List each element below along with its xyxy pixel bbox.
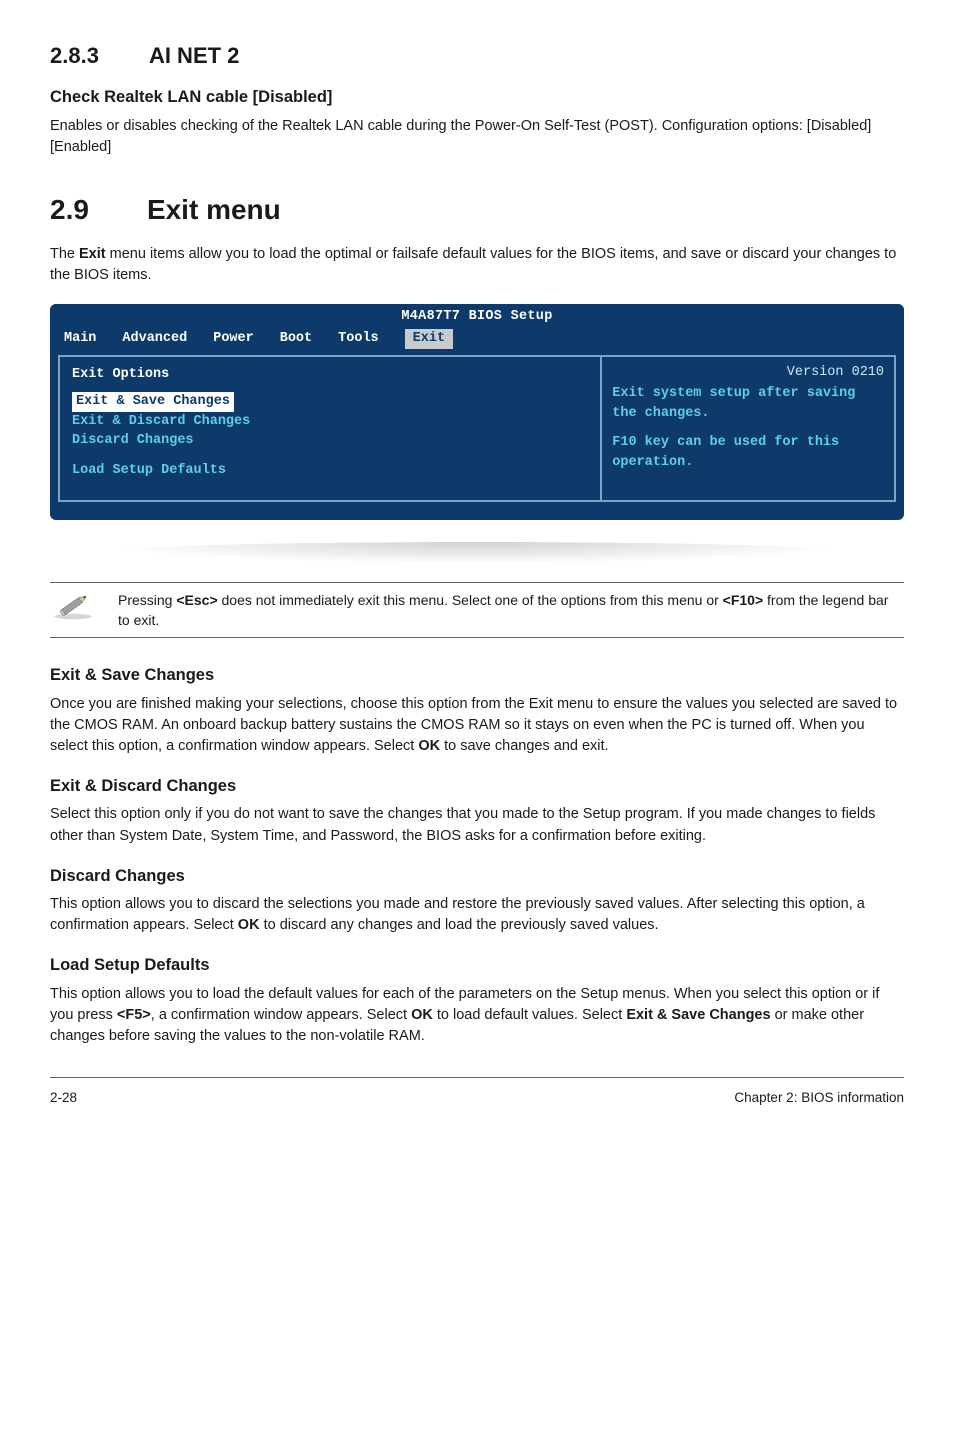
page-number: 2-28 bbox=[50, 1088, 77, 1108]
body-paragraph: Select this option only if you do not wa… bbox=[50, 804, 904, 846]
bios-screenshot: M4A87T7 BIOS Setup Main Advanced Power B… bbox=[50, 304, 904, 520]
subsection-heading: Discard Changes bbox=[50, 865, 904, 889]
menu-item-exit-save[interactable]: Exit & Save Changes bbox=[72, 392, 234, 412]
section-title: Exit menu bbox=[147, 190, 281, 231]
bios-help-panel: Version 0210 Exit system setup after sav… bbox=[601, 355, 896, 503]
note-text: Pressing <Esc> does not immediately exit… bbox=[118, 589, 904, 630]
exit-options-header: Exit Options bbox=[72, 365, 588, 385]
subsection-heading: Exit & Discard Changes bbox=[50, 775, 904, 799]
note-callout: Pressing <Esc> does not immediately exit… bbox=[50, 582, 904, 637]
body-paragraph: The Exit menu items allow you to load th… bbox=[50, 244, 904, 286]
body-paragraph: This option allows you to discard the se… bbox=[50, 894, 904, 936]
page-footer: 2-28 Chapter 2: BIOS information bbox=[50, 1077, 904, 1108]
bios-left-panel: Exit Options Exit & Save Changes Exit & … bbox=[58, 355, 601, 503]
menu-item-discard[interactable]: Discard Changes bbox=[72, 431, 588, 451]
tab-advanced[interactable]: Advanced bbox=[122, 329, 187, 349]
body-paragraph: Once you are finished making your select… bbox=[50, 694, 904, 757]
section-number: 2.8.3 bbox=[50, 40, 99, 72]
shadow-decoration bbox=[90, 542, 864, 564]
help-text-line: F10 key can be used for this operation. bbox=[612, 433, 884, 472]
help-text-line: Exit system setup after saving the chang… bbox=[612, 384, 884, 423]
subsection-heading: Exit & Save Changes bbox=[50, 664, 904, 688]
tab-main[interactable]: Main bbox=[64, 329, 96, 349]
tab-boot[interactable]: Boot bbox=[280, 329, 312, 349]
menu-item-exit-discard[interactable]: Exit & Discard Changes bbox=[72, 412, 588, 432]
section-number: 2.9 bbox=[50, 190, 89, 231]
body-paragraph: This option allows you to load the defau… bbox=[50, 984, 904, 1047]
pencil-icon bbox=[50, 589, 96, 621]
bios-version: Version 0210 bbox=[612, 363, 884, 383]
body-paragraph: Enables or disables checking of the Real… bbox=[50, 116, 904, 158]
bios-title: M4A87T7 BIOS Setup bbox=[50, 304, 904, 327]
tab-power[interactable]: Power bbox=[213, 329, 254, 349]
subsection-heading: Check Realtek LAN cable [Disabled] bbox=[50, 86, 904, 110]
section-title: AI NET 2 bbox=[149, 40, 239, 72]
tab-tools[interactable]: Tools bbox=[338, 329, 379, 349]
chapter-label: Chapter 2: BIOS information bbox=[734, 1088, 904, 1108]
tab-exit[interactable]: Exit bbox=[405, 329, 453, 349]
bios-menubar: Main Advanced Power Boot Tools Exit bbox=[50, 327, 904, 351]
subsection-heading: Load Setup Defaults bbox=[50, 954, 904, 978]
menu-item-load-defaults[interactable]: Load Setup Defaults bbox=[72, 461, 588, 481]
